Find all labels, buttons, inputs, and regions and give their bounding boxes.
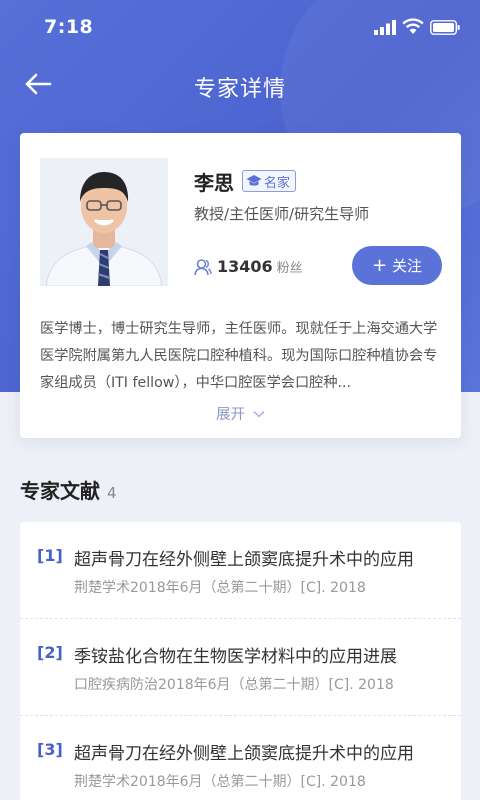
expert-badge: 名家 xyxy=(242,170,297,192)
paper-source: 口腔疾病防治2018年6月（总第二十期）[C]. 2018 xyxy=(74,677,394,693)
papers-section-header: 专家文献 4 xyxy=(20,475,117,504)
follow-button[interactable]: + 关注 xyxy=(352,246,442,285)
status-time: 7:18 xyxy=(44,16,94,38)
nav-bar: 专家详情 xyxy=(0,60,480,110)
paper-source: 荆楚学术2018年6月（总第二十期）[C]. 2018 xyxy=(74,774,366,790)
expert-profile-card: 李思 名家 教授/主任医师/研究生导师 13406 粉丝 + 关注 医学博士，博… xyxy=(20,133,461,438)
list-item[interactable]: [3] 超声骨刀在经外侧壁上颌窦底提升术中的应用 荆楚学术2018年6月（总第二… xyxy=(20,716,461,800)
user-icon xyxy=(194,258,212,275)
badge-label: 名家 xyxy=(264,175,291,191)
papers-list: [1] 超声骨刀在经外侧壁上颌窦底提升术中的应用 荆楚学术2018年6月（总第二… xyxy=(20,522,461,800)
battery-icon xyxy=(430,20,460,35)
name-row: 李思 名家 xyxy=(194,169,297,195)
doctor-portrait-icon xyxy=(40,158,168,286)
paper-index: [1] xyxy=(37,546,63,565)
follow-label: 关注 xyxy=(392,257,423,275)
expert-bio: 医学博士，博士研究生导师，主任医师。现就任于上海交通大学医学院附属第九人民医院口… xyxy=(40,321,438,391)
list-item[interactable]: [1] 超声骨刀在经外侧壁上颌窦底提升术中的应用 荆楚学术2018年6月（总第二… xyxy=(20,522,461,619)
wifi-icon xyxy=(402,18,424,34)
expand-label: 展开 xyxy=(216,407,245,423)
paper-title: 超声骨刀在经外侧壁上颌窦底提升术中的应用 xyxy=(74,550,414,570)
expand-button[interactable]: 展开 xyxy=(20,403,461,424)
fans-count: 13406 xyxy=(217,257,273,276)
paper-index: [3] xyxy=(37,740,63,759)
paper-title: 超声骨刀在经外侧壁上颌窦底提升术中的应用 xyxy=(74,744,414,764)
status-bar: 7:18 xyxy=(0,0,480,56)
expert-title: 教授/主任医师/研究生导师 xyxy=(194,205,370,223)
signal-icon xyxy=(374,20,396,35)
chevron-down-icon xyxy=(253,410,265,418)
fans-stat: 13406 粉丝 xyxy=(194,257,303,276)
papers-count: 4 xyxy=(107,484,117,502)
plus-icon: + xyxy=(371,254,388,276)
fans-label: 粉丝 xyxy=(276,261,303,276)
paper-source: 荆楚学术2018年6月（总第二十期）[C]. 2018 xyxy=(74,580,366,596)
paper-index: [2] xyxy=(37,643,63,662)
graduation-cap-icon xyxy=(246,175,262,186)
list-item[interactable]: [2] 季铵盐化合物在生物医学材料中的应用进展 口腔疾病防治2018年6月（总第… xyxy=(20,619,461,716)
paper-title: 季铵盐化合物在生物医学材料中的应用进展 xyxy=(74,647,397,667)
expert-name: 李思 xyxy=(194,170,234,195)
avatar xyxy=(40,158,168,286)
page-title: 专家详情 xyxy=(193,77,286,102)
section-title: 专家文献 xyxy=(20,479,100,503)
